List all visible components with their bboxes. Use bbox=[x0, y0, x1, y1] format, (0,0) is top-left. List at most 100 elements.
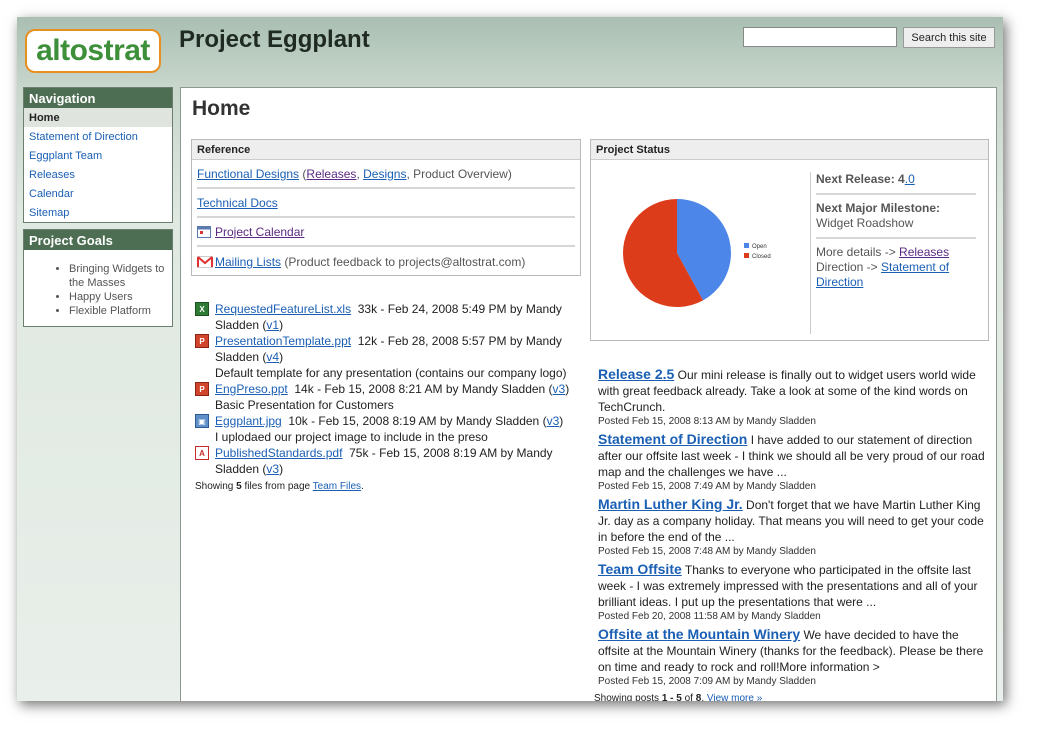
post-meta: Posted Feb 15, 2008 7:49 AM by Mandy Sla… bbox=[598, 481, 816, 492]
reference-header: Reference bbox=[192, 140, 580, 160]
post-title-link[interactable]: Offsite at the Mountain Winery bbox=[598, 626, 800, 642]
version-link[interactable]: v3 bbox=[547, 414, 560, 428]
status-pie-chart: Open Closed bbox=[623, 199, 771, 307]
goals-list: Bringing Widgets to the Masses Happy Use… bbox=[24, 262, 172, 318]
status-details: Next Release: 4.0 Next Major Milestone: … bbox=[816, 172, 976, 290]
legend-swatch-open bbox=[744, 243, 749, 248]
mailing-lists-link[interactable]: Mailing Lists bbox=[215, 255, 281, 269]
functional-designs-link[interactable]: Functional Designs bbox=[197, 167, 299, 181]
file-link[interactable]: RequestedFeatureList.xls bbox=[215, 302, 351, 316]
reference-row-technical-docs: Technical Docs bbox=[197, 189, 575, 218]
legend-label-open: Open bbox=[752, 244, 767, 250]
post-item: Statement of Direction I have added to o… bbox=[598, 431, 990, 494]
more-details-text: More details -> bbox=[816, 245, 900, 259]
file-info-close: ) bbox=[565, 382, 570, 396]
goal-item: Bringing Widgets to the Masses bbox=[69, 262, 172, 290]
post-title-link[interactable]: Team Offsite bbox=[598, 561, 682, 577]
technical-docs-link[interactable]: Technical Docs bbox=[197, 196, 278, 210]
project-calendar-link[interactable]: Project Calendar bbox=[215, 225, 304, 239]
files-footer: Showing 5 files from page Team Files. bbox=[195, 479, 575, 495]
file-item: X RequestedFeatureList.xls 33k - Feb 24,… bbox=[195, 301, 575, 333]
pdf-file-icon: A bbox=[195, 446, 209, 460]
nav-item-eggplant-team[interactable]: Eggplant Team bbox=[24, 146, 172, 165]
product-overview-text: , Product Overview) bbox=[406, 166, 512, 181]
page-title: Home bbox=[192, 97, 251, 120]
file-info: 10k - Feb 15, 2008 8:19 AM by Mandy Slad… bbox=[281, 414, 547, 428]
files-footer-text: Showing bbox=[195, 481, 237, 492]
post-item: Release 2.5 Our mini release is finally … bbox=[598, 366, 990, 429]
powerpoint-file-icon: P bbox=[195, 334, 209, 348]
file-link[interactable]: EngPreso.ppt bbox=[215, 382, 288, 396]
milestone-label: Next Major Milestone: bbox=[816, 201, 941, 215]
nav-item-calendar[interactable]: Calendar bbox=[24, 184, 172, 203]
post-meta: Posted Feb 15, 2008 7:09 AM by Mandy Sla… bbox=[598, 676, 816, 687]
legend-swatch-closed bbox=[744, 253, 749, 258]
file-link[interactable]: PresentationTemplate.ppt bbox=[215, 334, 351, 348]
nav-item-sitemap[interactable]: Sitemap bbox=[24, 203, 172, 222]
post-title-link[interactable]: Statement of Direction bbox=[598, 431, 747, 447]
file-item: A PublishedStandards.pdf 75k - Feb 15, 2… bbox=[195, 445, 575, 477]
legend-label-closed: Closed bbox=[752, 254, 771, 260]
nav-item-releases[interactable]: Releases bbox=[24, 165, 172, 184]
releases-link[interactable]: Releases bbox=[306, 167, 356, 181]
next-release-link[interactable]: .0 bbox=[905, 172, 915, 186]
nav-item-statement-of-direction[interactable]: Statement of Direction bbox=[24, 127, 172, 146]
file-link[interactable]: PublishedStandards.pdf bbox=[215, 446, 342, 460]
file-item: P PresentationTemplate.ppt 12k - Feb 28,… bbox=[195, 333, 575, 381]
navigation-header: Navigation bbox=[24, 88, 172, 108]
posts-footer-text: Showing posts bbox=[594, 693, 662, 701]
next-release-label: Next Release: bbox=[816, 172, 895, 186]
site-logo[interactable]: altostrat bbox=[25, 29, 161, 73]
mail-icon bbox=[197, 255, 213, 268]
view-more-link[interactable]: View more » bbox=[707, 693, 762, 701]
file-info-close: ) bbox=[559, 414, 564, 428]
post-meta: Posted Feb 15, 2008 7:48 AM by Mandy Sla… bbox=[598, 546, 816, 557]
site-frame: altostrat Project Eggplant Search this s… bbox=[17, 17, 1003, 701]
mailing-note: (Product feedback to projects@altostrat.… bbox=[281, 254, 526, 269]
team-files-link[interactable]: Team Files bbox=[313, 481, 361, 492]
file-info-close: ) bbox=[279, 462, 284, 476]
post-meta: Posted Feb 15, 2008 8:13 AM by Mandy Sla… bbox=[598, 416, 816, 427]
logo-text: altostrat bbox=[36, 34, 150, 67]
posts-range: 1 - 5 bbox=[661, 693, 682, 701]
search-input[interactable] bbox=[743, 27, 897, 47]
search-button[interactable]: Search this site bbox=[903, 27, 995, 48]
file-info: 14k - Feb 15, 2008 8:21 AM by Mandy Slad… bbox=[287, 382, 553, 396]
version-link[interactable]: v3 bbox=[266, 462, 279, 476]
file-info-close: ) bbox=[279, 350, 284, 364]
post-item: Martin Luther King Jr. Don't forget that… bbox=[598, 496, 990, 559]
designs-link[interactable]: Designs bbox=[363, 167, 406, 181]
comma-text: , bbox=[356, 166, 364, 181]
reference-row-designs: Functional Designs ( Releases , Designs … bbox=[197, 160, 575, 189]
version-link[interactable]: v1 bbox=[266, 318, 279, 332]
version-link[interactable]: v3 bbox=[553, 382, 566, 396]
project-goals-header: Project Goals bbox=[24, 230, 172, 250]
posts-footer-text: of bbox=[681, 693, 696, 701]
main-content: Home Reference Functional Designs ( Rele… bbox=[180, 87, 997, 701]
post-title-link[interactable]: Release 2.5 bbox=[598, 366, 674, 382]
reference-row-calendar: Project Calendar bbox=[197, 218, 575, 247]
site-title[interactable]: Project Eggplant bbox=[179, 26, 370, 54]
nav-item-home[interactable]: Home bbox=[24, 108, 172, 127]
powerpoint-file-icon: P bbox=[195, 382, 209, 396]
version-link[interactable]: v4 bbox=[266, 350, 279, 364]
reference-panel: Reference Functional Designs ( Releases … bbox=[191, 139, 581, 276]
milestone-value: Widget Roadshow bbox=[816, 216, 914, 230]
navigation-box: Navigation Home Statement of Direction E… bbox=[23, 87, 173, 223]
post-item: Offsite at the Mountain Winery We have d… bbox=[598, 626, 990, 689]
post-title-link[interactable]: Martin Luther King Jr. bbox=[598, 496, 743, 512]
status-releases-link[interactable]: Releases bbox=[899, 245, 949, 259]
goal-item: Flexible Platform bbox=[69, 304, 172, 318]
file-item: ▣ Eggplant.jpg 10k - Feb 15, 2008 8:19 A… bbox=[195, 413, 575, 445]
post-item: Team Offsite Thanks to everyone who part… bbox=[598, 561, 990, 624]
post-meta: Posted Feb 20, 2008 11:58 AM by Mandy Sl… bbox=[598, 611, 821, 622]
excel-file-icon: X bbox=[195, 302, 209, 316]
project-status-header: Project Status bbox=[591, 140, 988, 160]
file-info-close: ) bbox=[279, 318, 284, 332]
file-link[interactable]: Eggplant.jpg bbox=[215, 414, 282, 428]
project-status-panel: Project Status Open Closed Next Release: … bbox=[590, 139, 989, 341]
calendar-icon bbox=[197, 225, 211, 238]
file-list: X RequestedFeatureList.xls 33k - Feb 24,… bbox=[195, 301, 575, 495]
file-description: I uplodaed our project image to include … bbox=[215, 430, 488, 444]
next-release-major: 4 bbox=[894, 172, 905, 186]
